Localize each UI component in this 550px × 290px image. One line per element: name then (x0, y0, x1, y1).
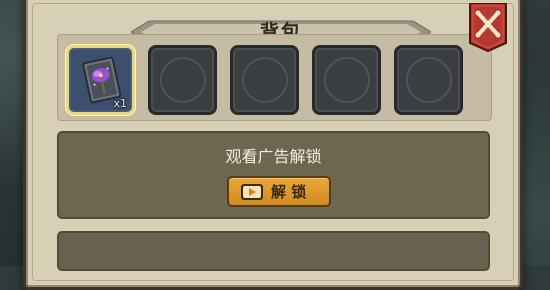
empty-slot-ring (405, 57, 452, 103)
inventory-slot-2[interactable] (148, 45, 217, 115)
inventory-slot-1[interactable]: x1 (66, 45, 135, 115)
inventory-panel: 背包 x1 观看广告解锁 解 锁 (23, 0, 523, 290)
unlock-section: 观看广告解锁 解 锁 (57, 131, 490, 219)
play-video-icon (241, 184, 263, 200)
unlock-button[interactable]: 解 锁 (227, 176, 331, 207)
inventory-slot-3[interactable] (230, 45, 299, 115)
empty-slot-ring (159, 57, 206, 103)
empty-slot-ring (323, 57, 370, 103)
item-quantity: x1 (113, 97, 127, 110)
inventory-slot-4[interactable] (312, 45, 381, 115)
next-locked-row (57, 231, 490, 271)
unlock-button-label: 解 锁 (271, 183, 307, 201)
empty-slot-ring (241, 57, 288, 103)
inventory-slots: x1 (57, 34, 492, 121)
close-x-icon (469, 3, 507, 53)
inventory-slot-5[interactable] (394, 45, 463, 115)
unlock-prompt: 观看广告解锁 (225, 147, 322, 166)
close-button[interactable] (468, 3, 508, 53)
